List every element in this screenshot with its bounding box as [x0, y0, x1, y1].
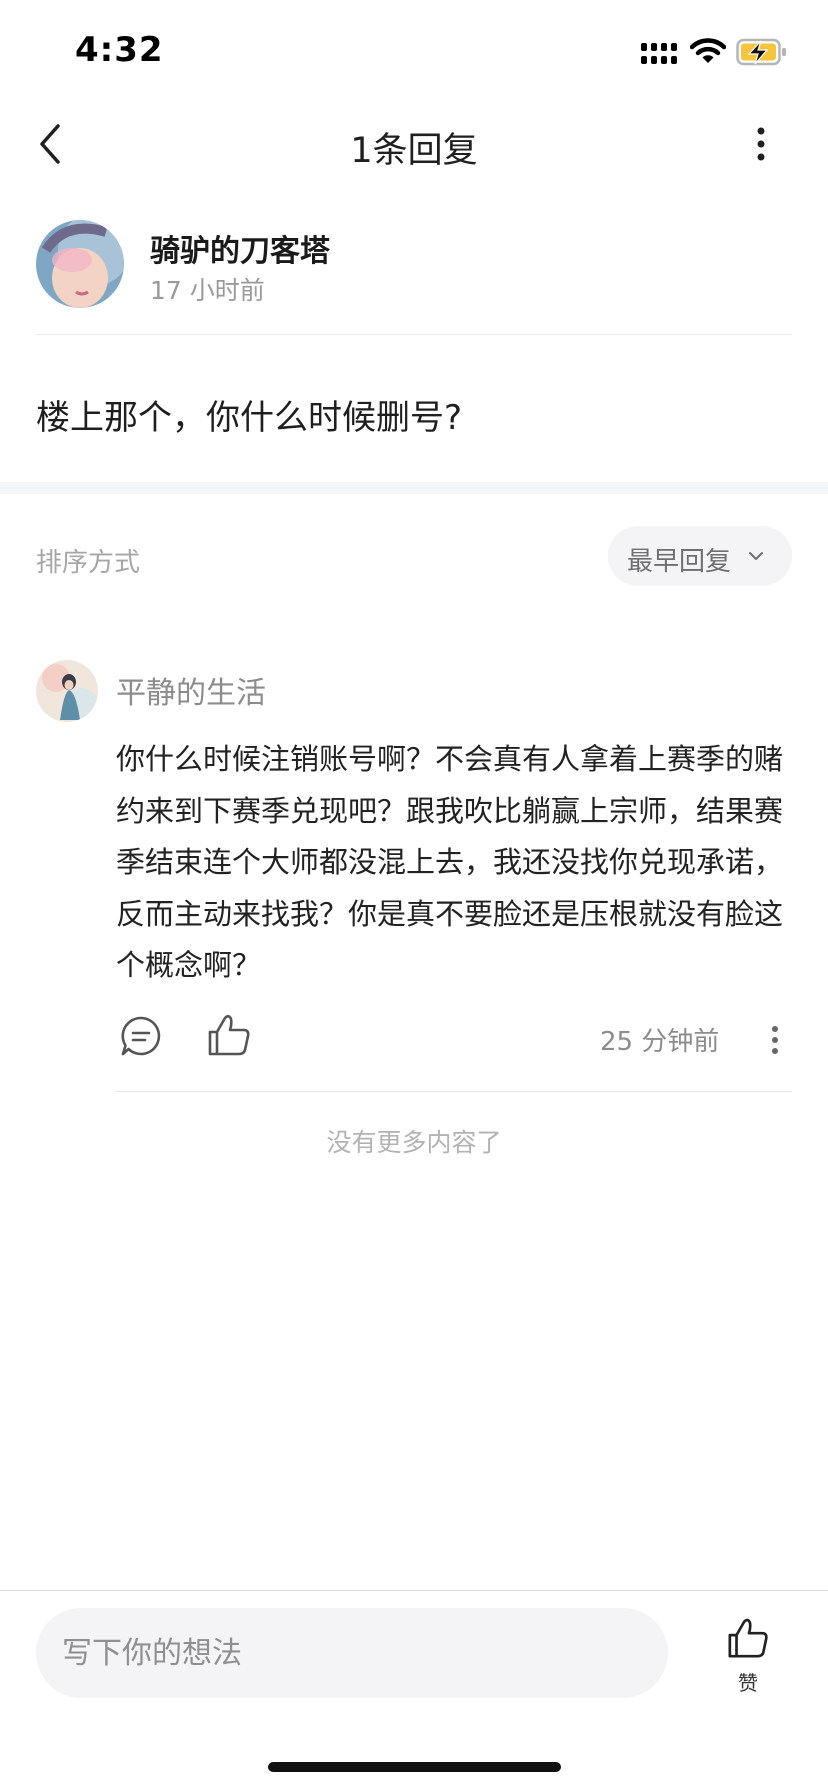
status-time: 4:32: [75, 30, 164, 70]
chevron-down-icon: [749, 552, 763, 560]
divider: [0, 1590, 828, 1591]
post-body: 楼上那个，你什么时候删号?: [36, 398, 463, 438]
divider: [116, 1091, 792, 1092]
home-indicator: [268, 1762, 561, 1772]
avatar[interactable]: [36, 220, 124, 308]
battery-charging-icon: [736, 38, 786, 66]
comment-icon[interactable]: [119, 1014, 163, 1058]
no-more-content-text: 没有更多内容了: [326, 1128, 502, 1157]
sort-dropdown[interactable]: 最早回复: [608, 526, 792, 586]
more-vertical-icon[interactable]: [744, 124, 774, 164]
comment-input[interactable]: [36, 1608, 668, 1698]
page-title: 1条回复: [350, 131, 478, 171]
thumbs-up-icon[interactable]: [206, 1012, 252, 1058]
reply-body: 你什么时候注销账号啊？不会真有人拿着上赛季的赌约来到下赛季兑现吧？跟我吹比躺赢上…: [116, 742, 784, 982]
section-separator: [0, 482, 828, 494]
more-vertical-icon[interactable]: [765, 1020, 785, 1060]
signal-icon: [641, 43, 677, 64]
wifi-icon: [690, 38, 726, 63]
sort-label: 排序方式: [36, 548, 141, 578]
divider: [36, 334, 792, 335]
post-username[interactable]: 骑驴的刀客塔: [150, 226, 330, 270]
reply-timestamp: 25 分钟前: [600, 1027, 720, 1057]
like-label: 赞: [738, 1671, 758, 1695]
thumbs-up-icon: [728, 1618, 768, 1658]
post-timestamp: 17 小时前: [150, 276, 265, 305]
avatar[interactable]: [36, 660, 98, 722]
reply-username[interactable]: 平静的生活: [116, 668, 266, 712]
sort-selected-label: 最早回复: [627, 547, 732, 577]
like-button[interactable]: 赞: [720, 1616, 776, 1696]
